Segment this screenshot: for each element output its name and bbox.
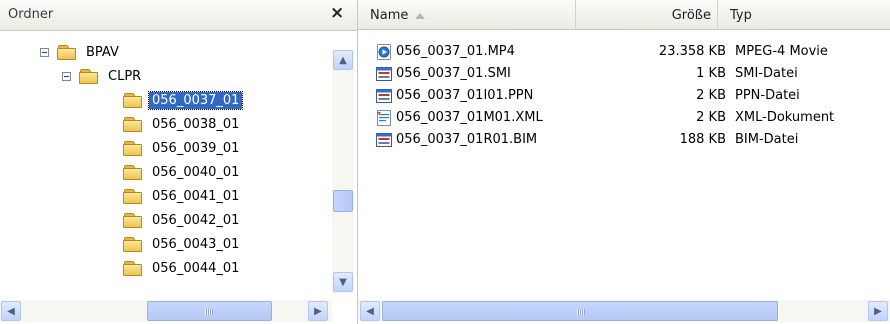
folder-icon [123, 212, 143, 228]
column-header-size-label: Größe [671, 8, 711, 23]
explorer-window: Ordner × BPAV CLPR 056_0037_01 056_0038_… [0, 0, 890, 324]
tree-node-folder[interactable]: 056_0038_01 [123, 113, 242, 135]
scroll-up-icon[interactable]: ▲ [333, 50, 353, 70]
scroll-left-icon[interactable]: ◀ [1, 301, 21, 321]
folder-tree: BPAV CLPR 056_0037_01 056_0038_01 056_00… [0, 31, 332, 293]
file-type: BIM-Datei [735, 132, 799, 147]
file-row[interactable]: 056_0037_01R01.BIM 188 KB BIM-Datei [358, 129, 890, 151]
file-size: 23.358 KB [658, 44, 726, 59]
file-size: 1 KB [696, 66, 726, 81]
sort-ascending-icon [415, 13, 425, 19]
tree-node-label: 056_0039_01 [152, 140, 240, 156]
tree-node-label-selected: 056_0037_01 [147, 90, 244, 110]
file-name: 056_0037_01.SMI [396, 66, 511, 81]
column-header-size[interactable]: Größe [576, 0, 718, 30]
column-header-type[interactable]: Typ [718, 0, 890, 30]
scroll-right-icon[interactable]: ▶ [868, 301, 888, 321]
file-row[interactable]: 056_0037_01M01.XML 2 KB XML-Dokument [358, 107, 890, 129]
file-row[interactable]: 056_0037_01.SMI 1 KB SMI-Datei [358, 63, 890, 85]
tree-node-label: 056_0040_01 [152, 164, 240, 180]
folder-icon [123, 116, 143, 132]
file-size: 2 KB [696, 88, 726, 103]
column-header-name-label: Name [370, 8, 409, 23]
folder-pane: Ordner × BPAV CLPR 056_0037_01 056_0038_… [0, 0, 358, 324]
tree-node-folder[interactable]: 056_0039_01 [123, 137, 242, 159]
folder-icon [123, 164, 143, 180]
folder-icon [123, 188, 143, 204]
file-pane-horizontal-scrollbar[interactable]: ◀ ▶ [358, 300, 890, 322]
file-type: XML-Dokument [735, 110, 835, 125]
collapse-icon[interactable] [40, 47, 49, 57]
scroll-right-icon[interactable]: ▶ [308, 301, 328, 321]
mp4-file-icon [377, 44, 391, 60]
folder-icon [123, 140, 143, 156]
tree-node-label: 056_0041_01 [152, 188, 240, 204]
file-list-pane: Name Größe Typ 056_0037_01.MP4 23.358 KB… [358, 0, 890, 324]
folder-icon [79, 68, 99, 84]
folder-pane-vertical-scrollbar[interactable]: ▲ ▼ [332, 50, 354, 293]
tree-node-folder[interactable]: 056_0043_01 [123, 233, 242, 255]
file-type: PPN-Datei [735, 88, 800, 103]
file-name: 056_0037_01I01.PPN [396, 88, 534, 103]
file-size: 188 KB [679, 132, 726, 147]
file-name: 056_0037_01.MP4 [396, 44, 515, 59]
tree-node-folder[interactable]: 056_0041_01 [123, 185, 242, 207]
folder-icon [123, 260, 143, 276]
file-size: 2 KB [696, 110, 726, 125]
tree-node-folder[interactable]: 056_0040_01 [123, 161, 242, 183]
column-header-type-label: Typ [730, 8, 752, 23]
ppn-file-icon [376, 89, 392, 103]
scroll-left-icon[interactable]: ◀ [360, 301, 380, 321]
folder-open-icon [123, 92, 143, 108]
close-folder-pane-button[interactable]: × [330, 3, 344, 23]
tree-node-folder[interactable]: 056_0042_01 [123, 209, 242, 231]
folder-icon [123, 236, 143, 252]
scroll-down-icon[interactable]: ▼ [333, 272, 353, 292]
collapse-icon[interactable] [62, 71, 71, 81]
tree-node-label: 056_0043_01 [152, 236, 240, 252]
horizontal-scroll-thumb[interactable] [382, 301, 778, 321]
folder-pane-horizontal-scrollbar[interactable]: ◀ ▶ [0, 300, 332, 322]
grip-icon [577, 309, 585, 315]
file-name: 056_0037_01M01.XML [396, 110, 543, 125]
file-type: SMI-Datei [735, 66, 798, 81]
tree-node-label: CLPR [108, 68, 142, 84]
file-type: MPEG-4 Movie [735, 44, 828, 59]
tree-node-label: 056_0044_01 [152, 260, 240, 276]
bim-file-icon [376, 133, 392, 147]
column-header-name[interactable]: Name [358, 0, 576, 30]
file-row[interactable]: 056_0037_01.MP4 23.358 KB MPEG-4 Movie [358, 41, 890, 63]
tree-node-label: BPAV [86, 44, 119, 60]
folder-pane-title: Ordner [8, 7, 54, 22]
tree-node-folder[interactable]: 056_0037_01 [123, 89, 244, 111]
xml-file-icon [377, 110, 391, 126]
tree-node-folder[interactable]: 056_0044_01 [123, 257, 242, 279]
tree-node-clpr[interactable]: CLPR [62, 65, 144, 87]
smi-file-icon [376, 67, 392, 81]
tree-node-bpav[interactable]: BPAV [40, 41, 122, 63]
file-row[interactable]: 056_0037_01I01.PPN 2 KB PPN-Datei [358, 85, 890, 107]
file-name: 056_0037_01R01.BIM [396, 132, 538, 147]
vertical-scroll-thumb[interactable] [333, 190, 353, 212]
tree-node-label: 056_0042_01 [152, 212, 240, 228]
horizontal-scroll-thumb[interactable] [147, 301, 272, 321]
folder-pane-header: Ordner × [0, 0, 357, 31]
tree-node-label: 056_0038_01 [152, 116, 240, 132]
folder-icon [57, 44, 77, 60]
grip-icon [205, 309, 213, 315]
